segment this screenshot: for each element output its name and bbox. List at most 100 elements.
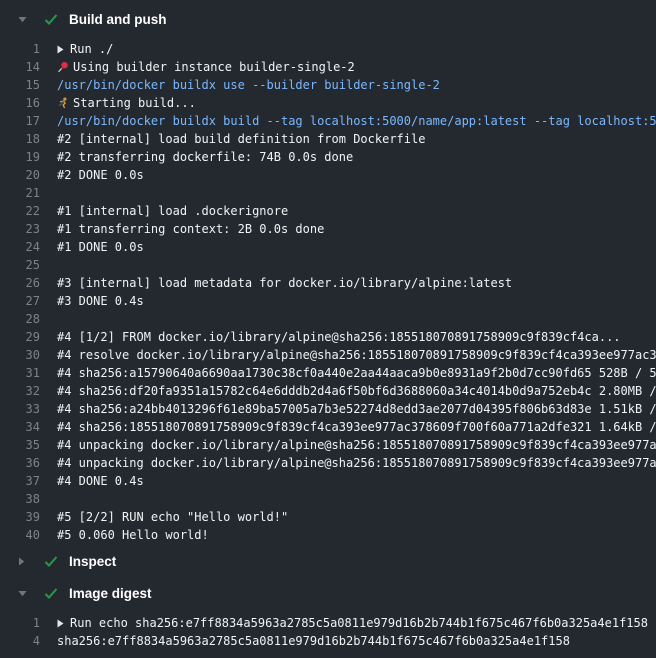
line-number[interactable]: 25 (0, 256, 40, 274)
line-number[interactable]: 33 (0, 400, 40, 418)
log-text: #4 sha256:a24bb4013296f61e89ba57005a7b3e… (57, 400, 656, 418)
log-line: 18 #2 [internal] load build definition f… (0, 130, 656, 148)
log-line: 36 #4 unpacking docker.io/library/alpine… (0, 454, 656, 472)
line-content: #4 sha256:185518070891758909c9f839cf4ca3… (57, 418, 656, 436)
log-line: 26 #3 [internal] load metadata for docke… (0, 274, 656, 292)
line-number[interactable]: 1 (0, 40, 40, 58)
line-content: #3 DONE 0.4s (57, 292, 144, 310)
section-header-build-and-push[interactable]: Build and push (0, 10, 656, 28)
line-number[interactable]: 1 (0, 614, 40, 632)
line-number[interactable]: 28 (0, 310, 40, 328)
line-content: /usr/bin/docker buildx use --builder bui… (57, 76, 440, 94)
log-text: #4 sha256:df20fa9351a15782c64e6dddb2d4a6… (57, 382, 656, 400)
log-section-build-and-push: Build and push 1 Run ./ 14 Using builder… (0, 10, 656, 544)
line-number[interactable]: 19 (0, 148, 40, 166)
line-content: #4 DONE 0.4s (57, 472, 144, 490)
log-section-inspect: Inspect (0, 552, 656, 570)
line-number[interactable]: 22 (0, 202, 40, 220)
log-line: 1 Run echo sha256:e7ff8834a5963a2785c5a0… (0, 614, 656, 632)
log-text: #2 [internal] load build definition from… (57, 130, 425, 148)
toggle-icon[interactable] (57, 45, 70, 54)
log-text: Run ./ (70, 40, 113, 58)
log-line: 4 sha256:e7ff8834a5963a2785c5a0811e979d1… (0, 632, 656, 650)
line-number[interactable]: 21 (0, 184, 40, 202)
line-number[interactable]: 35 (0, 436, 40, 454)
line-number[interactable]: 16 (0, 94, 40, 112)
line-number[interactable]: 31 (0, 364, 40, 382)
section-title: Image digest (69, 586, 152, 601)
line-number[interactable]: 34 (0, 418, 40, 436)
log-line: 21 (0, 184, 656, 202)
line-content: #4 unpacking docker.io/library/alpine@sh… (57, 454, 656, 472)
line-content: #5 [2/2] RUN echo "Hello world!" (57, 508, 288, 526)
log-text: #5 0.060 Hello world! (57, 526, 209, 544)
line-number[interactable]: 14 (0, 58, 40, 76)
line-number[interactable]: 18 (0, 130, 40, 148)
line-content: #5 0.060 Hello world! (57, 526, 209, 544)
line-number[interactable]: 15 (0, 76, 40, 94)
chevron-down-icon[interactable] (18, 588, 28, 598)
check-icon (44, 555, 58, 568)
line-content: Using builder instance builder-single-2 (57, 58, 355, 76)
chevron-down-icon[interactable] (18, 14, 28, 24)
log-text: /usr/bin/docker buildx use --builder bui… (57, 76, 440, 94)
runner-icon (57, 97, 73, 109)
log-line: 25 (0, 256, 656, 274)
log-text: #1 DONE 0.0s (57, 238, 144, 256)
section-header-image-digest[interactable]: Image digest (0, 584, 656, 602)
line-content: Run ./ (57, 40, 113, 58)
line-number[interactable]: 4 (0, 632, 40, 650)
line-number[interactable]: 26 (0, 274, 40, 292)
line-content: /usr/bin/docker buildx build --tag local… (57, 112, 656, 130)
line-number[interactable]: 40 (0, 526, 40, 544)
line-content: #4 [1/2] FROM docker.io/library/alpine@s… (57, 328, 621, 346)
log-line: 39 #5 [2/2] RUN echo "Hello world!" (0, 508, 656, 526)
line-number[interactable]: 36 (0, 454, 40, 472)
line-number[interactable]: 39 (0, 508, 40, 526)
line-content: #4 unpacking docker.io/library/alpine@sh… (57, 436, 656, 454)
line-content: #2 transferring dockerfile: 74B 0.0s don… (57, 148, 353, 166)
log-line: 17 /usr/bin/docker buildx build --tag lo… (0, 112, 656, 130)
line-content: sha256:e7ff8834a5963a2785c5a0811e979d16b… (57, 632, 570, 650)
line-number[interactable]: 27 (0, 292, 40, 310)
line-content: #1 transferring context: 2B 0.0s done (57, 220, 324, 238)
log-text: #4 unpacking docker.io/library/alpine@sh… (57, 454, 656, 472)
log-text: #4 resolve docker.io/library/alpine@sha2… (57, 346, 656, 364)
line-number[interactable]: 32 (0, 382, 40, 400)
toggle-icon[interactable] (57, 619, 70, 628)
log-text: Starting build... (73, 94, 196, 112)
line-content: #1 [internal] load .dockerignore (57, 202, 288, 220)
line-number[interactable]: 37 (0, 472, 40, 490)
log-line: 28 (0, 310, 656, 328)
line-number[interactable]: 30 (0, 346, 40, 364)
log-line: 22 #1 [internal] load .dockerignore (0, 202, 656, 220)
line-number[interactable]: 17 (0, 112, 40, 130)
log-line: 14 Using builder instance builder-single… (0, 58, 656, 76)
log-line: 33 #4 sha256:a24bb4013296f61e89ba57005a7… (0, 400, 656, 418)
section-title: Inspect (69, 554, 116, 569)
line-content: #4 sha256:a24bb4013296f61e89ba57005a7b3e… (57, 400, 656, 418)
log-line: 37 #4 DONE 0.4s (0, 472, 656, 490)
log-text: #2 DONE 0.0s (57, 166, 144, 184)
section-header-inspect[interactable]: Inspect (0, 552, 656, 570)
section-lines-image-digest: 1 Run echo sha256:e7ff8834a5963a2785c5a0… (0, 614, 656, 650)
line-content: #4 sha256:a15790640a6690aa1730c38cf0a440… (57, 364, 656, 382)
line-number[interactable]: 38 (0, 490, 40, 508)
log-text: sha256:e7ff8834a5963a2785c5a0811e979d16b… (57, 632, 570, 650)
line-number[interactable]: 24 (0, 238, 40, 256)
log-line: 40 #5 0.060 Hello world! (0, 526, 656, 544)
log-line: 15 /usr/bin/docker buildx use --builder … (0, 76, 656, 94)
line-content: #2 DONE 0.0s (57, 166, 144, 184)
line-number[interactable]: 29 (0, 328, 40, 346)
log-text: #4 sha256:a15790640a6690aa1730c38cf0a440… (57, 364, 656, 382)
line-number[interactable]: 20 (0, 166, 40, 184)
log-text: /usr/bin/docker buildx build --tag local… (57, 112, 656, 130)
line-number[interactable]: 23 (0, 220, 40, 238)
log-line: 27 #3 DONE 0.4s (0, 292, 656, 310)
log-line: 24 #1 DONE 0.0s (0, 238, 656, 256)
workflow-log-viewer: Build and push 1 Run ./ 14 Using builder… (0, 0, 656, 650)
line-content: #1 DONE 0.0s (57, 238, 144, 256)
log-text: #1 transferring context: 2B 0.0s done (57, 220, 324, 238)
log-text: #1 [internal] load .dockerignore (57, 202, 288, 220)
chevron-right-icon[interactable] (18, 556, 28, 566)
